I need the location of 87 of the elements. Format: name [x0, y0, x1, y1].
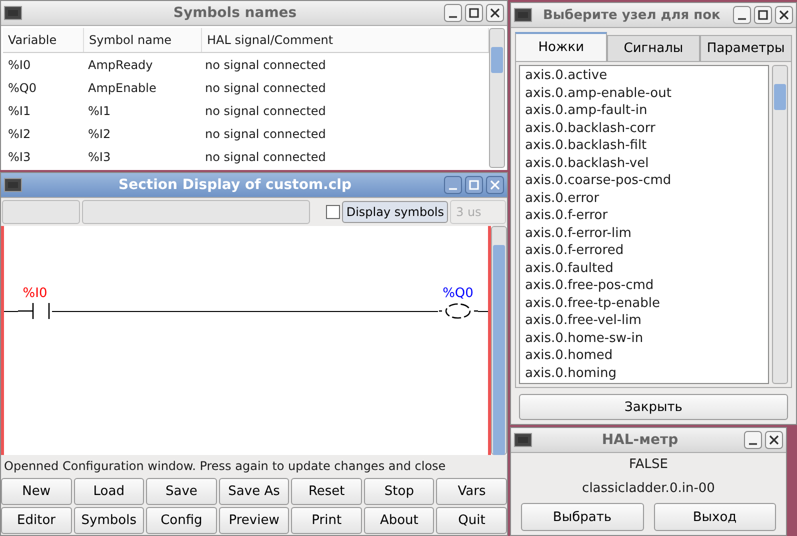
list-item[interactable]: axis.0.f-error	[525, 207, 763, 224]
close-button[interactable]	[775, 6, 793, 24]
status-text: Openned Configuration window. Press again to update changes and close	[3, 458, 447, 475]
list-item[interactable]: axis.0.home-sw-in	[525, 330, 763, 347]
list-item[interactable]: axis.0.homed	[525, 347, 763, 364]
list-item[interactable]: axis.0.homing	[525, 364, 763, 382]
list-item[interactable]: axis.0.faulted	[525, 260, 763, 277]
table-cell-text: %Q0	[7, 80, 38, 96]
scrollbar[interactable]	[772, 65, 788, 384]
dialog-button[interactable]: Выбрать	[521, 503, 644, 531]
list-item[interactable]: axis.0.free-vel-lim	[525, 312, 763, 330]
toolbar-button[interactable]: Reset	[291, 478, 362, 505]
empty-field[interactable]	[82, 200, 310, 224]
table-cell-text: %I2	[87, 126, 112, 142]
scrollbar[interactable]	[491, 226, 507, 455]
list-item[interactable]: axis.0.free-tp-enable	[525, 294, 763, 312]
table-cell-text: no signal connected	[204, 148, 327, 166]
close-dialog-button[interactable]: Закрыть	[519, 394, 788, 420]
toolbar-button[interactable]: Preview	[218, 507, 290, 534]
table-cell-text: %I2	[7, 126, 32, 142]
timing-field: 3 us	[450, 200, 506, 224]
column-header[interactable]: Symbol name	[84, 28, 202, 52]
list-item[interactable]: axis.0.f-error-lim	[525, 224, 763, 242]
maximize-button[interactable]	[754, 6, 772, 24]
table-cell-text: AmpEnable	[87, 80, 158, 96]
display-symbols-button[interactable]: Display symbols	[342, 201, 448, 223]
variable-label: %Q0	[442, 286, 474, 302]
minimize-button[interactable]	[744, 431, 762, 449]
app-icon	[514, 8, 532, 22]
list-item[interactable]: axis.0.f-errored	[525, 242, 763, 260]
close-button[interactable]	[486, 176, 504, 194]
table-cell-text: no signal connected	[204, 56, 327, 74]
variable-label: %I0	[22, 286, 48, 302]
toolbar-button[interactable]: Symbols	[74, 507, 144, 534]
toolbar-button[interactable]: About	[364, 507, 434, 534]
window-title: HAL-метр	[600, 432, 680, 448]
empty-field[interactable]	[2, 200, 80, 224]
toolbar-button[interactable]: Stop	[364, 478, 434, 505]
maximize-button[interactable]	[465, 176, 483, 194]
minimize-button[interactable]	[733, 6, 751, 24]
minimize-button[interactable]	[444, 176, 462, 194]
table-cell-text: %I3	[7, 148, 32, 166]
app-icon	[4, 178, 22, 192]
maximize-button[interactable]	[465, 4, 483, 22]
toolbar-button[interactable]: Save	[146, 478, 217, 505]
checkbox[interactable]	[326, 205, 340, 219]
minimize-button[interactable]	[444, 4, 462, 22]
toolbar-button[interactable]: Vars	[436, 478, 508, 505]
window-title: Section Display of custom.clp	[118, 177, 352, 193]
tab[interactable]: Параметры	[700, 35, 792, 61]
tab[interactable]: Сигналы	[607, 35, 700, 61]
table-cell-text: %I0	[7, 56, 32, 74]
toolbar-button[interactable]: Load	[74, 478, 144, 505]
meter-value: FALSE	[628, 456, 669, 474]
list-item[interactable]: axis.0.amp-fault-in	[525, 102, 763, 120]
table-cell-text: no signal connected	[204, 102, 327, 120]
app-icon	[514, 433, 532, 447]
column-header[interactable]: Variable	[3, 28, 84, 52]
table-cell-text: AmpReady	[87, 56, 154, 74]
list-item[interactable]: axis.0.backlash-filt	[525, 137, 763, 154]
list-item[interactable]: axis.0.coarse-pos-cmd	[525, 172, 763, 190]
toolbar-button[interactable]: Quit	[436, 507, 508, 534]
close-button[interactable]	[765, 431, 783, 449]
list-item[interactable]: axis.0.error	[525, 190, 763, 207]
toolbar-button[interactable]: Config	[146, 507, 217, 534]
close-button[interactable]	[486, 4, 504, 22]
table-cell-text: no signal connected	[204, 126, 327, 142]
list-item[interactable]: axis.0.active	[525, 67, 763, 84]
toolbar-button[interactable]: New	[1, 478, 72, 505]
scrollbar[interactable]	[489, 28, 505, 168]
list-item[interactable]: axis.0.backlash-corr	[525, 120, 763, 137]
list-item[interactable]: axis.0.amp-enable-out	[525, 84, 763, 102]
toolbar-button[interactable]: Print	[291, 507, 362, 534]
pin-name: classicladder.0.in-00	[581, 480, 716, 498]
table-cell-text: %I3	[87, 148, 112, 166]
toolbar-button[interactable]: Editor	[1, 507, 72, 534]
window-title: Выберите узел для пок	[542, 8, 722, 22]
window-title: Symbols names	[172, 5, 298, 21]
app-icon	[4, 6, 22, 20]
tab[interactable]: Ножки	[515, 32, 608, 61]
dialog-button[interactable]: Выход	[654, 503, 776, 531]
table-cell-text: %I1	[7, 102, 32, 120]
table-cell-text: no signal connected	[204, 80, 327, 96]
toolbar-button[interactable]: Save As	[218, 478, 290, 505]
list-item[interactable]: axis.0.backlash-vel	[525, 154, 763, 172]
list-item[interactable]: axis.0.free-pos-cmd	[525, 277, 763, 294]
table-cell-text: %I1	[87, 102, 112, 120]
